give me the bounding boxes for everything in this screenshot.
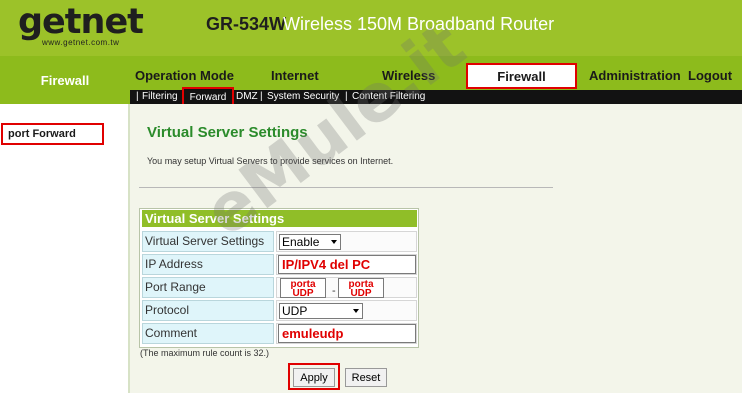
label-ip-address: IP Address	[142, 254, 274, 275]
form-header: Virtual Server Settings	[142, 210, 417, 227]
label-protocol: Protocol	[142, 300, 274, 321]
label-port-range: Port Range	[142, 277, 274, 298]
section-title: Firewall	[0, 56, 130, 104]
brand-logo[interactable]: getnet	[18, 2, 144, 42]
enable-select[interactable]: Enable	[279, 234, 341, 250]
label-comment: Comment	[142, 323, 274, 344]
router-model: GR-534W	[206, 14, 287, 34]
label-virtual-server-settings: Virtual Server Settings	[142, 231, 274, 252]
max-rule-note: (The maximum rule count is 32.)	[140, 348, 270, 358]
apply-button[interactable]: Apply	[293, 368, 335, 387]
sidebar	[0, 104, 128, 393]
router-admin-page: getnet www.getnet.com.tw GR-534W Wireles…	[0, 0, 742, 393]
subnav-filtering[interactable]: Filtering	[142, 91, 178, 103]
nav-firewall[interactable]: Firewall	[466, 63, 577, 89]
brand-url: www.getnet.com.tw	[42, 38, 120, 47]
comment-input[interactable]: emuleudp	[278, 324, 416, 343]
page-title: Virtual Server Settings	[147, 124, 308, 141]
header-bar: getnet www.getnet.com.tw GR-534W Wireles…	[0, 0, 742, 56]
sub-nav-separator: |	[136, 91, 139, 102]
port-from-input[interactable]: porta UDP	[280, 278, 326, 299]
protocol-select-value: UDP	[282, 304, 308, 318]
subnav-system-security[interactable]: System Security	[267, 91, 339, 103]
dropdown-arrow-icon	[331, 240, 337, 244]
page-description: You may setup Virtual Servers to provide…	[147, 156, 394, 166]
product-name: Wireless 150M Broadband Router	[283, 14, 555, 34]
port-to-input[interactable]: porta UDP	[338, 278, 384, 299]
sub-nav-separator: |	[260, 91, 263, 102]
divider	[139, 187, 553, 188]
subnav-content-filtering[interactable]: Content Filtering	[352, 91, 425, 103]
nav-internet[interactable]: Internet	[271, 68, 319, 83]
reset-button[interactable]: Reset	[345, 368, 387, 387]
dropdown-arrow-icon	[353, 309, 359, 313]
nav-wireless[interactable]: Wireless	[382, 68, 435, 83]
enable-select-value: Enable	[282, 235, 320, 249]
protocol-select[interactable]: UDP	[279, 303, 363, 319]
nav-logout[interactable]: Logout	[688, 68, 732, 83]
port-range-dash: -	[332, 285, 336, 297]
sidebar-item-port-forward[interactable]: port Forward	[1, 123, 104, 145]
subnav-dmz[interactable]: DMZ	[236, 91, 258, 103]
ip-address-input[interactable]: IP/IPV4 del PC	[278, 255, 416, 274]
nav-operation-mode[interactable]: Operation Mode	[135, 68, 234, 83]
sub-nav-separator: |	[345, 91, 348, 102]
nav-administration[interactable]: Administration	[589, 68, 681, 83]
